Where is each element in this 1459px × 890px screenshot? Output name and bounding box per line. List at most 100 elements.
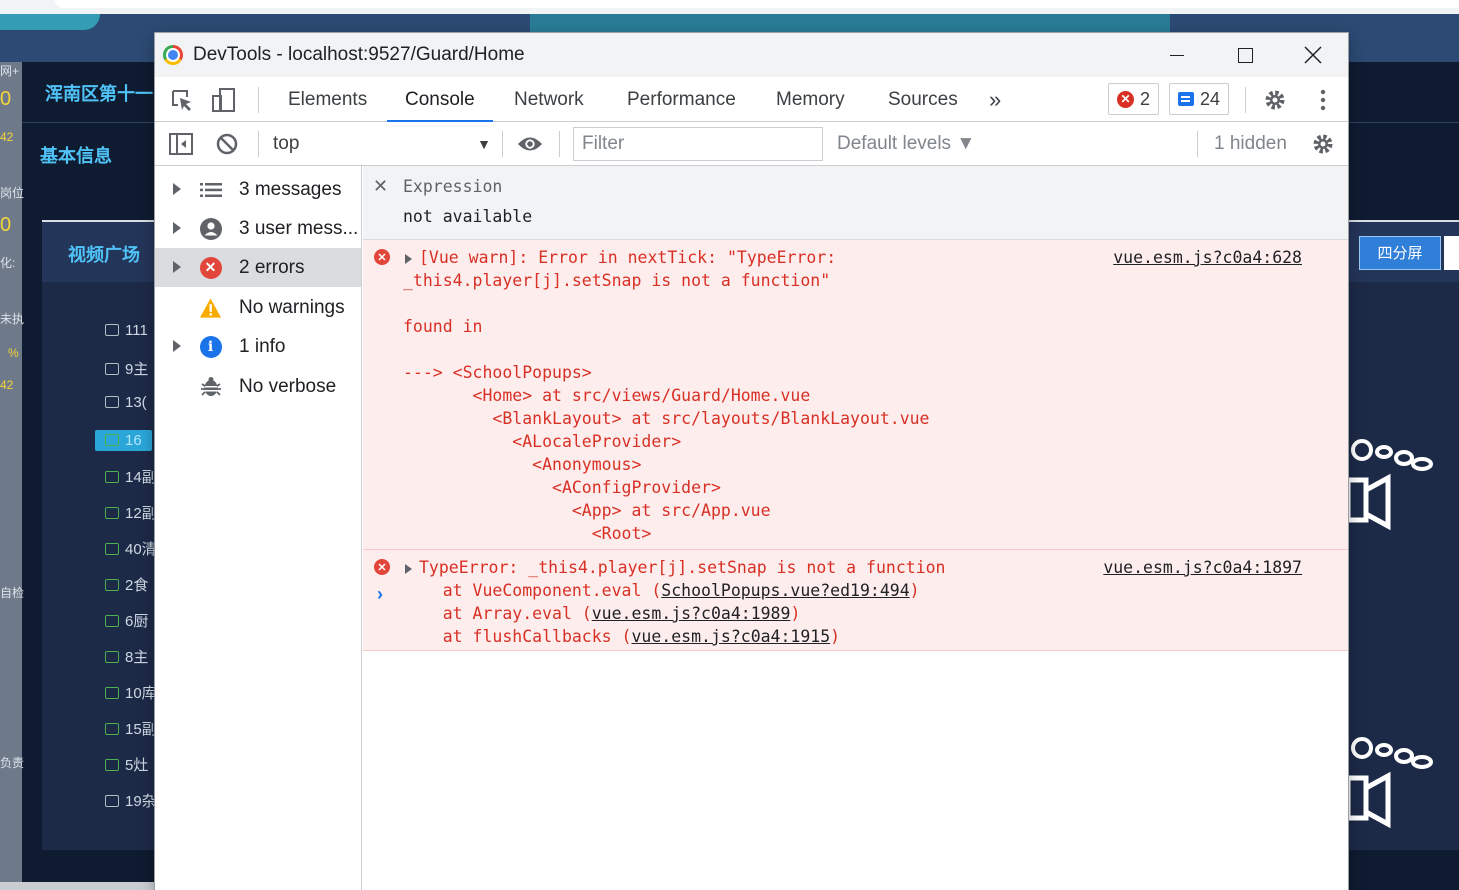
console-error-message[interactable]: ✕ [Vue warn]: Error in nextTick: "TypeEr… xyxy=(363,240,1348,550)
camera-list-item[interactable]: 2食 xyxy=(105,574,148,595)
sidebar-item-label: 1 info xyxy=(239,336,286,357)
expression-value: not available xyxy=(403,207,533,226)
expand-arrow-icon xyxy=(173,183,181,195)
sidebar-item-label: No verbose xyxy=(239,376,337,397)
log-levels-dropdown[interactable]: Default levels ▼ xyxy=(837,122,975,166)
tab-elements[interactable]: Elements xyxy=(288,77,367,122)
camera-off-icon xyxy=(105,795,119,807)
camera-icon xyxy=(105,651,119,663)
tab-network[interactable]: Network xyxy=(514,77,584,122)
camera-list-item[interactable]: 40清 xyxy=(105,538,157,559)
expression-name[interactable]: Expression xyxy=(403,177,502,196)
error-line: <BlankLayout> at src/layouts/BlankLayout… xyxy=(403,409,930,428)
expand-arrow-icon[interactable] xyxy=(405,564,412,574)
expand-arrow-icon xyxy=(173,222,181,234)
stack-link[interactable]: SchoolPopups.vue?ed19:494 xyxy=(661,581,909,600)
camera-icon xyxy=(105,471,119,483)
info-icon: i xyxy=(199,335,222,358)
camera-list-item[interactable]: 12副 xyxy=(105,502,157,523)
devtools-window: DevTools - localhost:9527/Guard/Home Ele… xyxy=(155,33,1348,890)
error-line: found in xyxy=(403,317,483,336)
console-settings-gear-icon[interactable] xyxy=(1310,131,1336,157)
camera-list-item[interactable]: 19杂 xyxy=(105,790,157,811)
camera-label: 6厨 xyxy=(125,613,149,630)
sidebar-item-user-messages[interactable]: 3 user mess... xyxy=(155,209,361,248)
error-line: ---> <SchoolPopups> xyxy=(403,363,592,382)
camera-list-item[interactable]: 15副 xyxy=(105,718,157,739)
camera-label: 9主 xyxy=(125,361,149,378)
left-label: 42 xyxy=(0,130,14,144)
camera-label: 12副 xyxy=(125,505,157,522)
stack-link[interactable]: vue.esm.js?c0a4:1989 xyxy=(592,604,791,623)
more-options-icon[interactable] xyxy=(1310,87,1336,113)
device-toolbar-icon[interactable] xyxy=(211,87,237,113)
sidebar-item-warnings[interactable]: No warnings xyxy=(155,288,361,327)
sidebar-item-info[interactable]: i 1 info xyxy=(155,327,361,366)
camera-list-item[interactable]: 13( xyxy=(105,394,147,411)
chrome-icon xyxy=(163,45,183,65)
error-line: <Anonymous> xyxy=(403,455,642,474)
maximize-button[interactable] xyxy=(1211,33,1279,77)
console-prompt-icon[interactable]: › xyxy=(377,584,383,605)
sidebar-item-verbose[interactable]: No verbose xyxy=(155,367,361,406)
camera-list-item[interactable]: 9主 xyxy=(105,358,148,379)
console-error-message[interactable]: ✕ TypeError: _this4.player[j].setSnap is… xyxy=(363,550,1348,651)
list-icon xyxy=(199,178,222,201)
sidebar-toggle-icon[interactable] xyxy=(168,131,194,157)
basic-info-title[interactable]: 基本信息 xyxy=(40,142,112,168)
address-bar[interactable] xyxy=(55,0,1459,8)
sidebar-item-label: 3 messages xyxy=(239,179,342,200)
tab-sources[interactable]: Sources xyxy=(888,77,958,122)
settings-gear-icon[interactable] xyxy=(1262,87,1288,113)
left-label: 负责 xyxy=(0,756,25,770)
camera-list-item[interactable]: 14副 xyxy=(105,466,157,487)
camera-label: 8主 xyxy=(125,649,149,666)
minimize-button[interactable] xyxy=(1143,33,1211,77)
camera-list-item[interactable]: 16 xyxy=(95,430,152,451)
camera-list-item[interactable]: 5灶 xyxy=(105,754,148,775)
tab-console[interactable]: Console xyxy=(387,77,493,122)
video-square-title: 视频广场 xyxy=(68,245,140,265)
error-line: <App> at src/App.vue xyxy=(403,501,771,520)
expand-arrow-icon[interactable] xyxy=(405,254,412,264)
camera-list-item[interactable]: 6厨 xyxy=(105,610,148,631)
console-toolbar: top ▼ Filter Default levels ▼ 1 hidden xyxy=(155,122,1348,166)
source-link[interactable]: vue.esm.js?c0a4:628 xyxy=(1113,246,1302,269)
live-expression-eye-icon[interactable] xyxy=(517,131,543,157)
message-count: 24 xyxy=(1200,88,1221,109)
more-tabs-button[interactable]: » xyxy=(989,77,1001,122)
clear-console-icon[interactable] xyxy=(214,131,240,157)
quad-split-button[interactable]: 四分屏 xyxy=(1359,236,1441,270)
split-button-next[interactable] xyxy=(1444,236,1459,270)
error-line: <Home> at src/views/Guard/Home.vue xyxy=(403,386,811,405)
sidebar-item-errors[interactable]: ✕ 2 errors xyxy=(155,248,361,287)
camera-placeholder-icon xyxy=(1348,737,1433,829)
camera-list-item[interactable]: 10库 xyxy=(105,682,157,703)
camera-list-item[interactable]: 8主 xyxy=(105,646,148,667)
context-selector[interactable]: top ▼ xyxy=(273,122,491,166)
camera-list-item[interactable]: 111 xyxy=(105,322,148,339)
close-button[interactable] xyxy=(1279,33,1347,77)
filter-input[interactable]: Filter xyxy=(573,127,823,161)
remove-expression-icon[interactable]: ✕ xyxy=(373,176,388,197)
error-counter[interactable]: ✕ 2 xyxy=(1108,83,1160,115)
stack-link[interactable]: vue.esm.js?c0a4:1915 xyxy=(631,627,830,646)
message-counter[interactable]: 24 xyxy=(1169,83,1230,115)
inspect-element-icon[interactable] xyxy=(169,87,195,113)
console-output[interactable]: ✕ Expression not available ✕ [Vue warn]:… xyxy=(363,166,1348,890)
source-link[interactable]: vue.esm.js?c0a4:1897 xyxy=(1103,556,1302,579)
left-label: 未执 xyxy=(0,312,25,326)
context-value: top xyxy=(273,133,300,154)
left-label: 0 xyxy=(0,88,12,110)
title-bar[interactable]: DevTools - localhost:9527/Guard/Home xyxy=(155,33,1348,77)
camera-icon xyxy=(105,687,119,699)
tab-memory[interactable]: Memory xyxy=(776,77,845,122)
error-icon: ✕ xyxy=(1117,90,1134,108)
camera-label: 111 xyxy=(125,322,148,339)
warning-icon xyxy=(199,296,222,319)
tab-performance[interactable]: Performance xyxy=(627,77,736,122)
window-title: DevTools - localhost:9527/Guard/Home xyxy=(193,44,525,65)
sidebar-item-messages[interactable]: 3 messages xyxy=(155,170,361,209)
devtools-tabs-bar: Elements Console Network Performance Mem… xyxy=(155,77,1348,122)
camera-icon xyxy=(105,723,119,735)
